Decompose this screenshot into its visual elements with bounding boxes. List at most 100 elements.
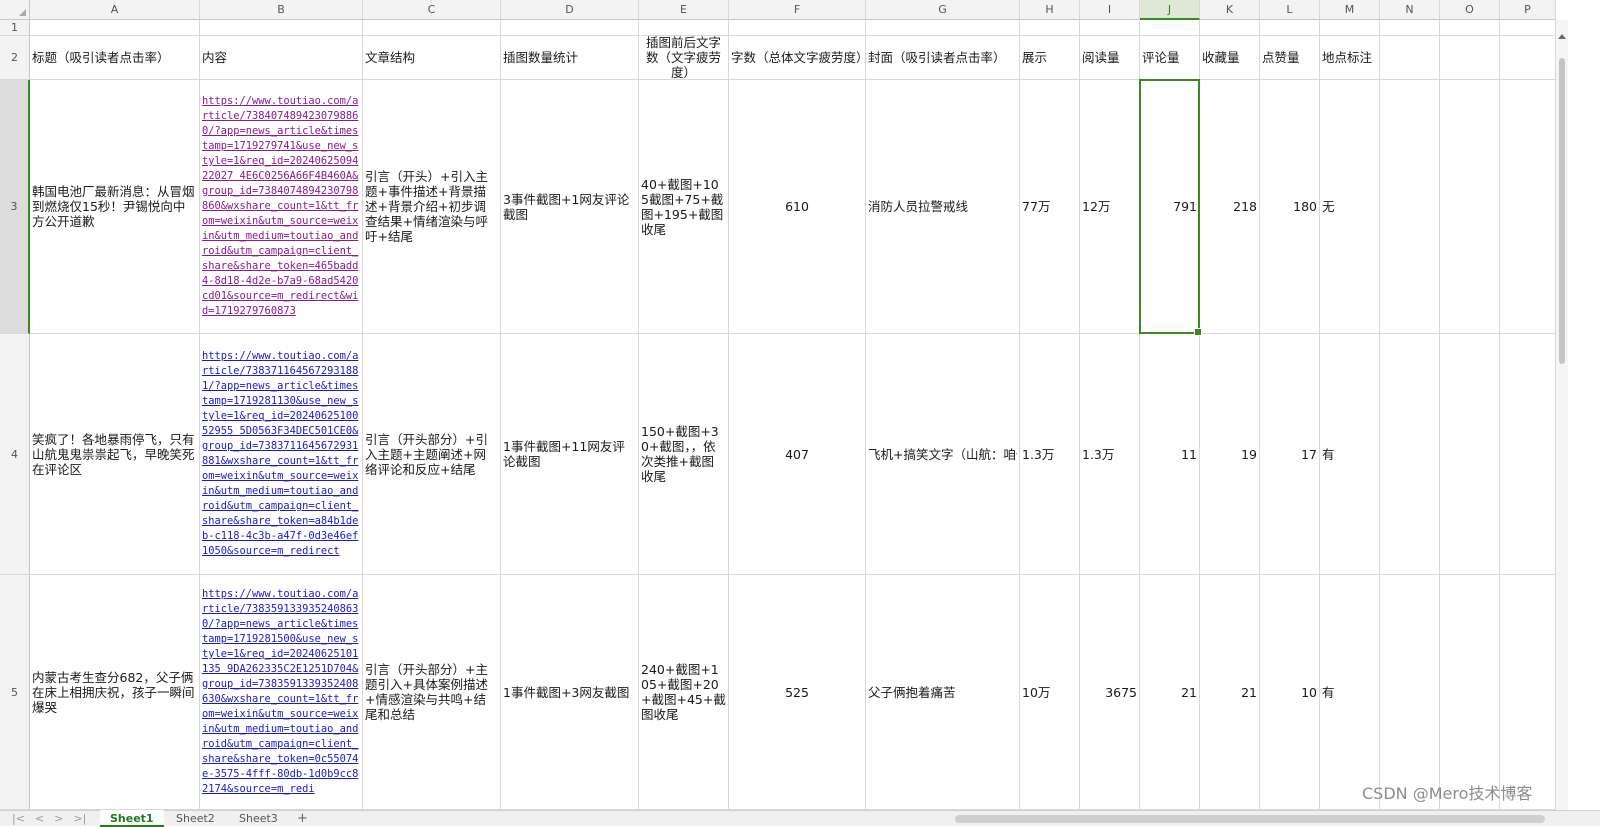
cell-d5[interactable]: 1事件截图+3网友截图 — [501, 575, 639, 810]
column-header-n[interactable]: N — [1380, 0, 1440, 20]
cell-i1[interactable] — [1080, 20, 1140, 36]
cell-c3[interactable]: 引言（开头）+引入主题+事件描述+背景描述+背景介绍+初步调查结果+情绪渲染与呼… — [363, 80, 501, 334]
cell-e3[interactable]: 40+截图+105截图+75+截图+195+截图收尾 — [639, 80, 729, 334]
cell-f5[interactable]: 525 — [729, 575, 866, 810]
column-header-g[interactable]: G — [866, 0, 1020, 20]
column-header-m[interactable]: M — [1320, 0, 1380, 20]
cell-e1[interactable] — [639, 20, 729, 36]
content-link-cell-4[interactable]: https://www.toutiao.com/article/73837116… — [200, 334, 363, 575]
cell-n4[interactable] — [1380, 334, 1440, 575]
column-header-a[interactable]: A — [30, 0, 200, 20]
cell-i5[interactable]: 3675 — [1080, 575, 1140, 810]
cell-k3[interactable]: 218 — [1200, 80, 1260, 334]
content-link-cell-5[interactable]: https://www.toutiao.com/article/73835913… — [200, 575, 363, 810]
cell-d1[interactable] — [501, 20, 639, 36]
cell-a3[interactable]: 韩国电池厂最新消息：从冒烟到燃烧仅15秒！尹锡悦向中方公开道歉 — [30, 80, 200, 334]
cell-i3[interactable]: 12万 — [1080, 80, 1140, 334]
cell-h5[interactable]: 10万 — [1020, 575, 1080, 810]
cell-l4[interactable]: 17 — [1260, 334, 1320, 575]
cell-p4[interactable] — [1500, 334, 1556, 575]
cell-c4[interactable]: 引言（开头部分）+引入主题+主题阐述+网络评论和反应+结尾 — [363, 334, 501, 575]
column-header-l[interactable]: L — [1260, 0, 1320, 20]
content-link-cell-3[interactable]: https://www.toutiao.com/article/73840748… — [200, 80, 363, 334]
content-link-cell-3-text[interactable]: https://www.toutiao.com/article/73840748… — [202, 94, 360, 319]
horizontal-scroll-thumb[interactable] — [955, 815, 1545, 823]
header-cell-l[interactable]: 点赞量 — [1260, 36, 1320, 80]
cell-g1[interactable] — [866, 20, 1020, 36]
spreadsheet-grid[interactable]: ABCDEFGHIJKLMNOP 12345 标题（吸引读者点击率） 内容 文章结构… — [0, 0, 1568, 810]
cell-p1[interactable] — [1500, 20, 1556, 36]
cell-g5[interactable]: 父子俩抱着痛苦 — [866, 575, 1020, 810]
content-link-cell-5-text[interactable]: https://www.toutiao.com/article/73835913… — [202, 587, 360, 797]
cell-c1[interactable] — [363, 20, 501, 36]
column-header-b[interactable]: B — [200, 0, 363, 20]
cell-n5[interactable] — [1380, 575, 1440, 810]
next-sheet-icon[interactable]: > — [54, 811, 63, 827]
cell-j1[interactable] — [1140, 20, 1200, 36]
cell-p5[interactable] — [1500, 575, 1556, 810]
cell-o5[interactable] — [1440, 575, 1500, 810]
row-header-2[interactable]: 2 — [0, 36, 30, 80]
tab-sheet3[interactable]: Sheet3 — [229, 810, 288, 827]
header-cell-j[interactable]: 评论量 — [1140, 36, 1200, 80]
cell-k5[interactable]: 21 — [1200, 575, 1260, 810]
cell-m3[interactable]: 无 — [1320, 80, 1380, 334]
cell-f1[interactable] — [729, 20, 866, 36]
content-link-cell-4-text[interactable]: https://www.toutiao.com/article/73837116… — [202, 349, 360, 559]
header-cell-h[interactable]: 展示 — [1020, 36, 1080, 80]
cell-l5[interactable]: 10 — [1260, 575, 1320, 810]
cell-h3[interactable]: 77万 — [1020, 80, 1080, 334]
cell-n2[interactable] — [1380, 36, 1440, 80]
row-header-5[interactable]: 5 — [0, 575, 30, 810]
cell-g4[interactable]: 飞机+搞笑文字（山航：咱俩悄悄的 — [866, 334, 1020, 575]
cell-k1[interactable] — [1200, 20, 1260, 36]
header-cell-e[interactable]: 插图前后文字数（文字疲劳度） — [639, 36, 729, 80]
cell-o2[interactable] — [1440, 36, 1500, 80]
cell-h4[interactable]: 1.3万 — [1020, 334, 1080, 575]
select-all-corner[interactable] — [0, 0, 30, 20]
header-cell-g[interactable]: 封面（吸引读者点击率） — [866, 36, 1020, 80]
last-sheet-icon[interactable]: >| — [73, 811, 86, 827]
header-cell-k[interactable]: 收藏量 — [1200, 36, 1260, 80]
column-header-h[interactable]: H — [1020, 0, 1080, 20]
row-header-4[interactable]: 4 — [0, 334, 30, 575]
cell-m4[interactable]: 有 — [1320, 334, 1380, 575]
cell-a1[interactable] — [30, 20, 200, 36]
first-sheet-icon[interactable]: |< — [12, 811, 25, 827]
tab-sheet2[interactable]: Sheet2 — [166, 810, 225, 827]
cell-o1[interactable] — [1440, 20, 1500, 36]
cell-g3[interactable]: 消防人员拉警戒线 — [866, 80, 1020, 334]
cell-m1[interactable] — [1320, 20, 1380, 36]
column-header-d[interactable]: D — [501, 0, 639, 20]
cell-j4[interactable]: 11 — [1140, 334, 1200, 575]
cell-f3[interactable]: 610 — [729, 80, 866, 334]
header-cell-c[interactable]: 文章结构 — [363, 36, 501, 80]
column-header-p[interactable]: P — [1500, 0, 1556, 20]
cell-n1[interactable] — [1380, 20, 1440, 36]
add-sheet-button[interactable]: + — [297, 810, 308, 827]
cell-f4[interactable]: 407 — [729, 334, 866, 575]
header-cell-b[interactable]: 内容 — [200, 36, 363, 80]
scroll-up-icon[interactable] — [1558, 34, 1566, 39]
column-header-c[interactable]: C — [363, 0, 501, 20]
tab-sheet1[interactable]: Sheet1 — [100, 810, 164, 827]
cell-n3[interactable] — [1380, 80, 1440, 334]
cell-o3[interactable] — [1440, 80, 1500, 334]
cell-d3[interactable]: 3事件截图+1网友评论截图 — [501, 80, 639, 334]
column-header-i[interactable]: I — [1080, 0, 1140, 20]
column-header-k[interactable]: K — [1200, 0, 1260, 20]
cell-a4[interactable]: 笑疯了！各地暴雨停飞，只有山航鬼鬼祟祟起飞，早晚笑死在评论区 — [30, 334, 200, 575]
cell-l1[interactable] — [1260, 20, 1320, 36]
cell-e4[interactable]: 150+截图+30+截图，，依次类推+截图收尾 — [639, 334, 729, 575]
column-header-f[interactable]: F — [729, 0, 866, 20]
row-header-1[interactable]: 1 — [0, 20, 30, 36]
cell-b1[interactable] — [200, 20, 363, 36]
cell-l3[interactable]: 180 — [1260, 80, 1320, 334]
cell-p3[interactable] — [1500, 80, 1556, 334]
vertical-scrollbar[interactable] — [1556, 20, 1568, 810]
header-cell-d[interactable]: 插图数量统计 — [501, 36, 639, 80]
cell-k4[interactable]: 19 — [1200, 334, 1260, 575]
header-cell-m[interactable]: 地点标注 — [1320, 36, 1380, 80]
row-header-3[interactable]: 3 — [0, 80, 30, 334]
column-header-j[interactable]: J — [1140, 0, 1200, 20]
